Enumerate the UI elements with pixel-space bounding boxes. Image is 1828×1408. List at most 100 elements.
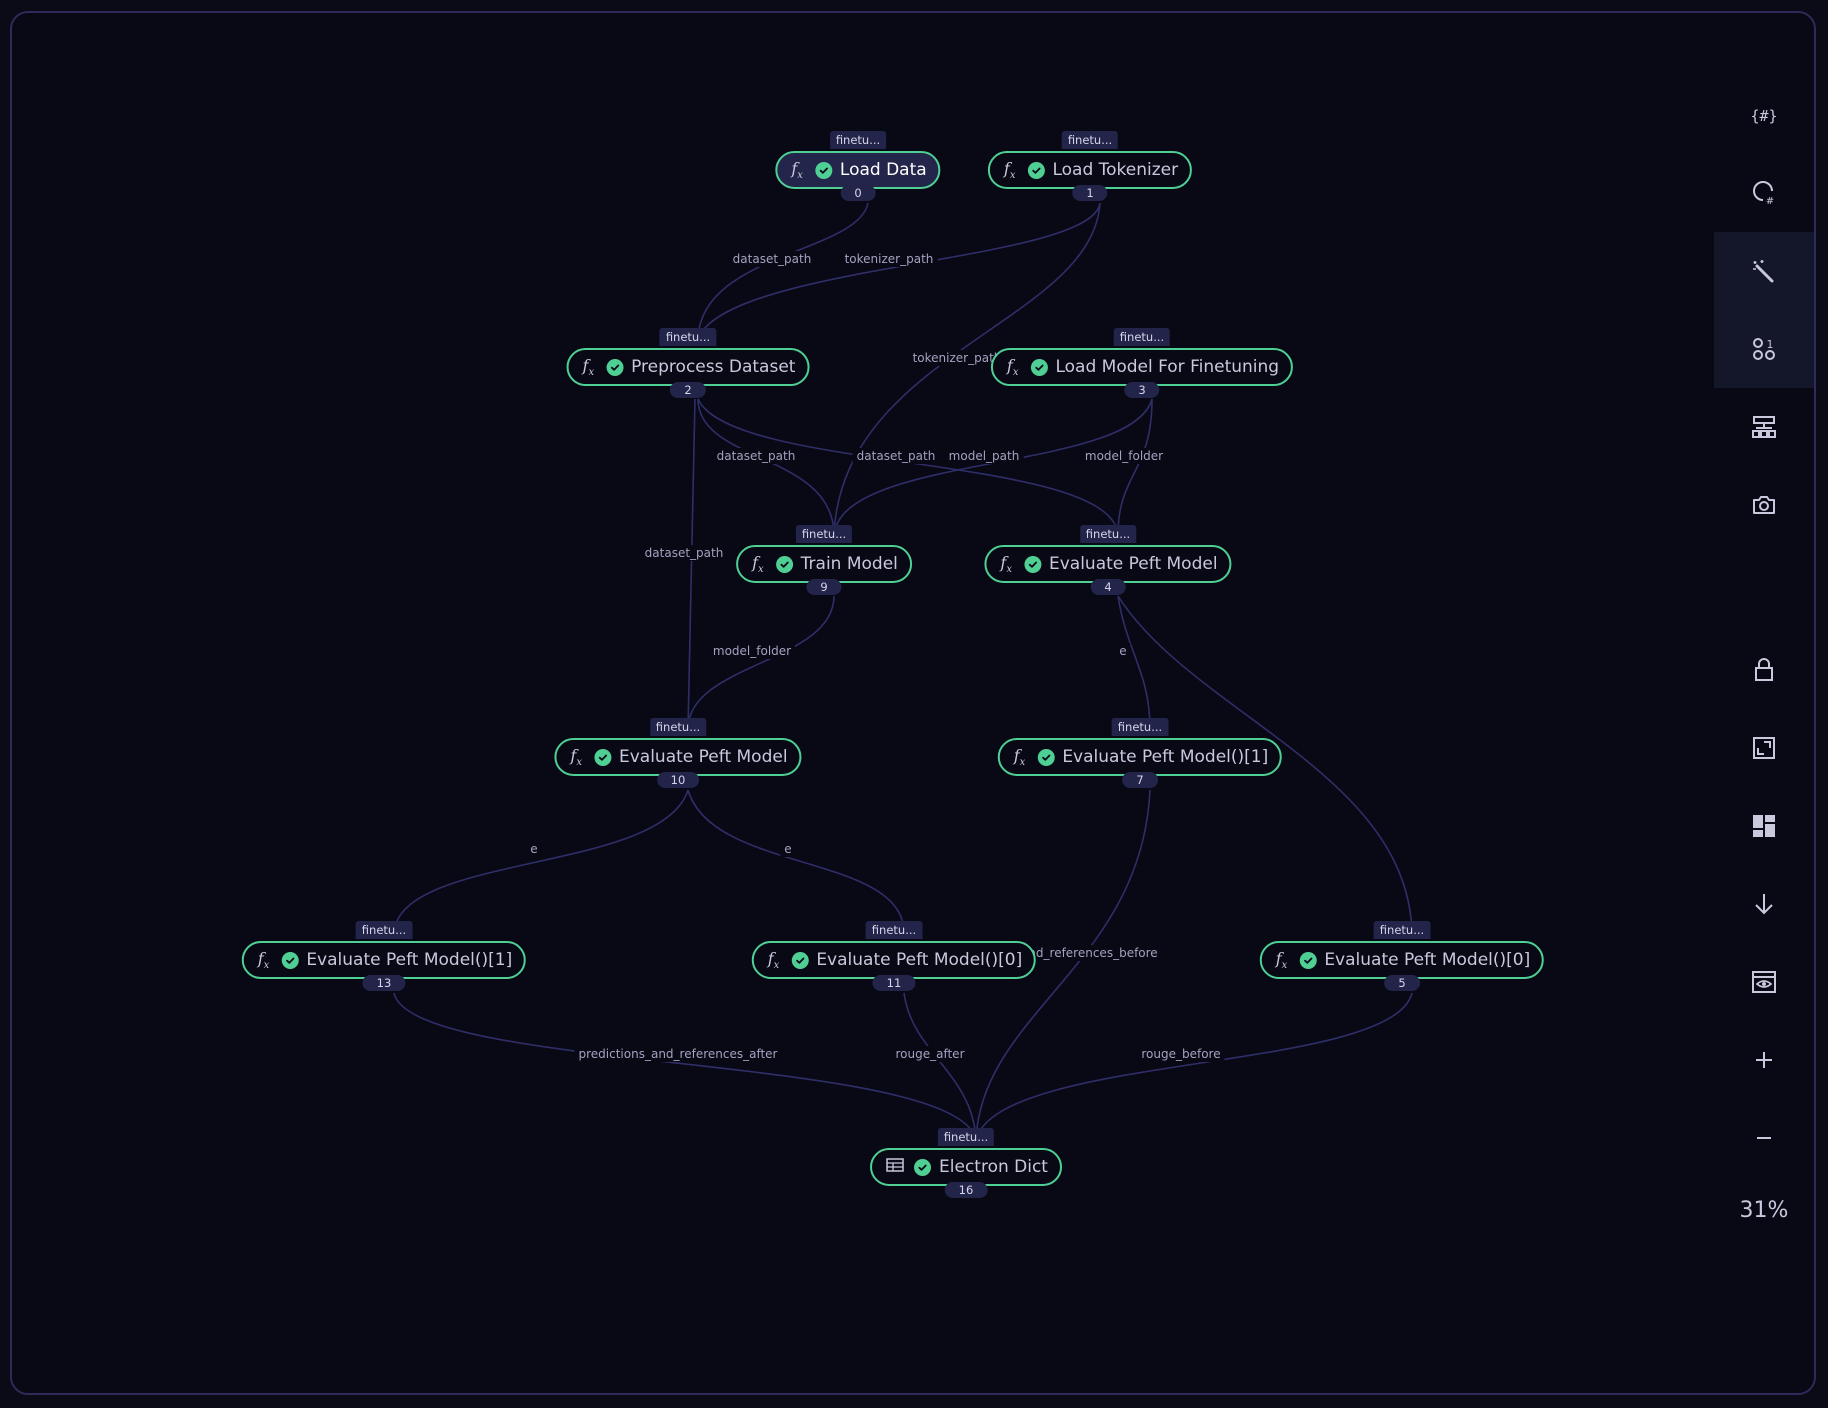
check-circle-icon [1299, 951, 1317, 969]
node-number: 7 [1122, 772, 1158, 788]
node-label: Evaluate Peft Model [618, 747, 788, 767]
toolbar-zoom-out-button[interactable] [1714, 1099, 1814, 1177]
node-number: 13 [362, 975, 406, 991]
fit-view-icon [1753, 737, 1775, 759]
edge-10-13 [393, 789, 689, 933]
edge-0-2 [697, 202, 869, 339]
node-tag: finetu... [865, 921, 923, 939]
node-number: 1 [1072, 185, 1108, 201]
braces-hash-icon: {#} [1750, 107, 1777, 125]
edge-13-16 [393, 992, 977, 1140]
check-circle-icon [606, 358, 624, 376]
toolbar-preview-button[interactable] [1714, 943, 1814, 1021]
hierarchy-icon [1752, 416, 1776, 438]
edge-label: predictions_and_references_after [574, 1046, 782, 1062]
node-electron-dict[interactable]: finetu... Electron Dict 16 [870, 1128, 1062, 1198]
node-number: 5 [1384, 975, 1420, 991]
node-load-data[interactable]: finetu... fx Load Data 0 [775, 131, 941, 201]
node-number: 16 [944, 1182, 988, 1198]
node-tag: finetu... [829, 131, 887, 149]
edges-layer [393, 202, 1413, 1140]
node-tag: finetu... [1373, 921, 1431, 939]
edge-2-4 [697, 398, 1119, 536]
edge-label: e [1115, 643, 1131, 659]
node-load-tokenizer[interactable]: finetu... fx Load Tokenizer 1 [987, 131, 1193, 201]
edge-label: dataset_path [712, 448, 800, 464]
edge-5-16 [975, 992, 1413, 1140]
check-circle-icon [1023, 555, 1041, 573]
node-label: Train Model [800, 554, 898, 574]
edge-label: rouge_before [1137, 1046, 1225, 1062]
camera-icon [1753, 496, 1775, 514]
node-evaluate-peft-model-7[interactable]: finetu... fx Evaluate Peft Model()[1] 7 [997, 718, 1283, 788]
edge-label: e [780, 841, 796, 857]
toolbar-parameters-button[interactable]: {#} [1714, 76, 1814, 154]
edge-3-4 [1117, 398, 1153, 536]
node-number: 4 [1090, 579, 1126, 595]
check-circle-icon [1037, 748, 1055, 766]
node-label: Evaluate Peft Model()[1] [1062, 747, 1269, 767]
node-evaluate-peft-model-4[interactable]: finetu... fx Evaluate Peft Model 4 [984, 525, 1232, 595]
edge-label: dataset_path [728, 251, 816, 267]
node-number: 2 [670, 382, 706, 398]
svg-text:#: # [1766, 196, 1774, 207]
node-label: Load Data [839, 160, 927, 180]
toolbar-fit-view-button[interactable] [1714, 709, 1814, 787]
node-tag: finetu... [1061, 131, 1119, 149]
node-tag: finetu... [649, 718, 707, 736]
node-load-model[interactable]: finetu... fx Load Model For Finetuning 3 [990, 328, 1294, 398]
fx-icon: fx [1013, 745, 1026, 769]
node-number: 0 [840, 185, 876, 201]
node-tag: finetu... [937, 1128, 995, 1146]
node-evaluate-peft-model-11[interactable]: finetu... fx Evaluate Peft Model()[0] 11 [751, 921, 1037, 991]
fx-icon: fx [570, 745, 582, 769]
node-train-model[interactable]: finetu... fx Train Model 9 [736, 525, 912, 595]
fx-icon: fx [1000, 552, 1012, 576]
edge-label: dataset_path [640, 545, 728, 561]
check-circle-icon [814, 161, 832, 179]
toolbar-lock-button[interactable] [1714, 631, 1814, 709]
edge-9-10 [687, 595, 835, 730]
toolbar-magic-wand-button[interactable] [1714, 232, 1814, 310]
node-tag: finetu... [795, 525, 853, 543]
node-tag: finetu... [1111, 718, 1169, 736]
node-evaluate-peft-model-10[interactable]: finetu... fx Evaluate Peft Model 10 [554, 718, 802, 788]
magic-wand-icon [1753, 260, 1774, 283]
nodes-numbers-icon: 1 [1753, 338, 1775, 360]
toolbar-screenshot-button[interactable] [1714, 466, 1814, 544]
node-number: 9 [806, 579, 842, 595]
node-tag: finetu... [1113, 328, 1171, 346]
edge-label: nd_references_before [1024, 945, 1162, 961]
node-evaluate-peft-model-5[interactable]: finetu... fx Evaluate Peft Model()[0] 5 [1259, 921, 1545, 991]
edge-label: tokenizer_path [840, 251, 938, 267]
node-tag: finetu... [355, 921, 413, 939]
node-preprocess-dataset[interactable]: finetu... fx Preprocess Dataset 2 [566, 328, 810, 398]
graph-canvas[interactable]: dataset_path tokenizer_path tokenizer_pa… [10, 11, 1816, 1395]
search-hash-icon: # [1753, 181, 1774, 207]
fx-icon: fx [791, 158, 803, 182]
toolbar-search-hash-button[interactable]: # [1714, 154, 1814, 232]
edge-label: model_folder [1080, 448, 1168, 464]
check-circle-icon [775, 555, 793, 573]
toolbar-dashboard-button[interactable] [1714, 787, 1814, 865]
toolbar-layout-button[interactable] [1714, 388, 1814, 466]
fx-icon: fx [1006, 355, 1019, 379]
zoom-level: 31% [1739, 1198, 1789, 1223]
node-tag: finetu... [1079, 525, 1137, 543]
node-evaluate-peft-model-13[interactable]: finetu... fx Evaluate Peft Model()[1] 13 [241, 921, 527, 991]
edge-label: model_folder [708, 643, 796, 659]
arrow-down-icon [1755, 894, 1773, 915]
check-circle-icon [593, 748, 611, 766]
check-circle-icon [281, 951, 299, 969]
node-tag: finetu... [659, 328, 717, 346]
node-label: Electron Dict [939, 1157, 1048, 1177]
node-label: Evaluate Peft Model()[0] [1324, 950, 1531, 970]
node-number: 10 [656, 772, 700, 788]
toolbar-zoom-in-button[interactable] [1714, 1021, 1814, 1099]
edge-label: e [526, 841, 542, 857]
edge-4-7 [1117, 595, 1151, 730]
toolbar-download-button[interactable] [1714, 865, 1814, 943]
check-circle-icon [914, 1158, 932, 1176]
toolbar-node-ids-button[interactable]: 1 [1714, 310, 1814, 388]
node-label: Preprocess Dataset [631, 357, 796, 377]
